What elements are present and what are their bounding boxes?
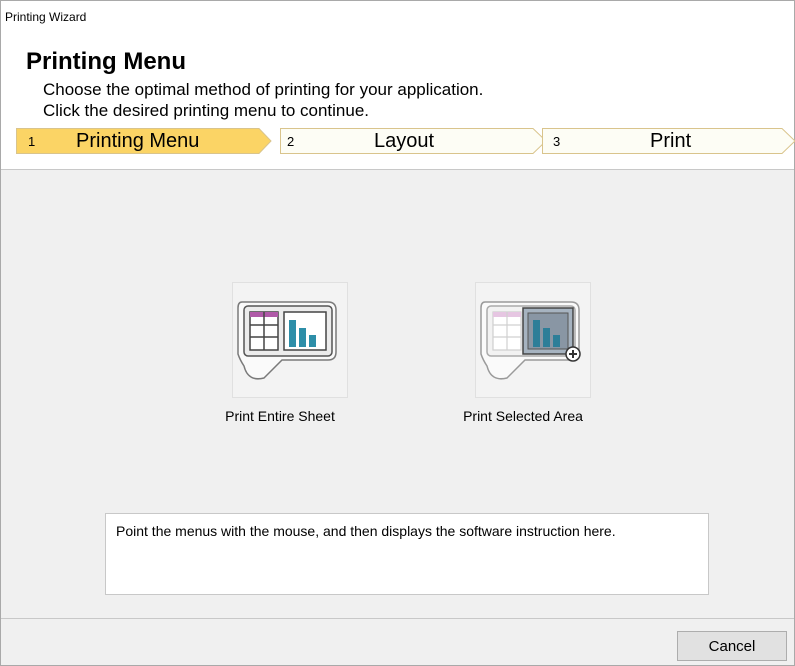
step-print[interactable]: 3 Print — [542, 128, 795, 154]
step-label: Printing Menu — [76, 130, 200, 152]
header-divider — [1, 169, 794, 170]
instruction-panel: Point the menus with the mouse, and then… — [105, 513, 709, 595]
step-number: 3 — [553, 134, 561, 149]
cancel-button[interactable]: Cancel — [677, 631, 787, 661]
title-bar: Printing Wizard — [1, 1, 794, 41]
printing-wizard-window: Printing Wizard Printing Menu Choose the… — [0, 0, 795, 666]
window-title: Printing Wizard — [5, 10, 87, 24]
print-selected-area-icon — [480, 301, 581, 380]
instruction-line-2: Click the desired printing menu to conti… — [43, 101, 370, 120]
footer-divider — [1, 618, 794, 619]
step-label: Print — [650, 130, 692, 152]
page-title: Printing Menu — [26, 48, 186, 75]
step-number: 1 — [28, 134, 36, 149]
step-number: 2 — [287, 134, 295, 149]
print-entire-sheet-icon — [237, 301, 337, 380]
step-layout[interactable]: 2 Layout — [280, 128, 548, 154]
step-label: Layout — [374, 130, 435, 152]
option-label: Print Selected Area — [463, 408, 583, 424]
step-printing-menu[interactable]: 1 Printing Menu — [16, 128, 273, 154]
instruction-line-1: Choose the optimal method of printing fo… — [43, 80, 484, 99]
wizard-header: Printing Menu Choose the optimal method … — [1, 41, 795, 170]
option-label: Print Entire Sheet — [225, 408, 335, 424]
wizard-steps: 1 Printing Menu 2 Layout 3 Print — [16, 128, 795, 154]
